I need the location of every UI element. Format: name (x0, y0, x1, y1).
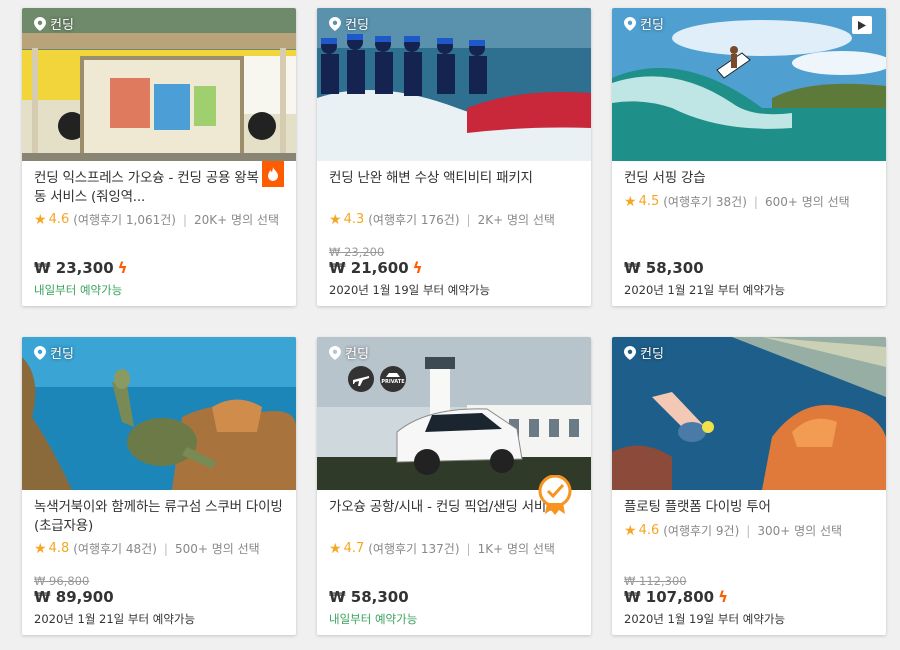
instant-confirm-icon: ϟ (718, 588, 728, 606)
location-label: 컨딩 (640, 18, 664, 33)
location-tag: 컨딩 (329, 343, 369, 362)
rating-row: ★ 4.7 (여행후기 137건) | 1K+ 명의 선택 (329, 540, 579, 557)
card-title[interactable]: 녹색거북이와 함께하는 류구섬 스쿠버 다이빙 (초급자용) (34, 498, 284, 536)
card-image: 컨딩 (22, 8, 296, 161)
chosen-count: 600+ 명의 선택 (764, 195, 850, 209)
card-image: 컨딩 (317, 8, 591, 161)
price: ₩ 21,600 ϟ (329, 259, 423, 277)
location-label: 컨딩 (345, 347, 369, 362)
star-icon: ★ (329, 211, 342, 228)
location-label: 컨딩 (50, 18, 74, 33)
review-count: (여행후기 1,061건) (73, 213, 176, 227)
availability: 2020년 1월 19일 부터 예약가능 (329, 283, 491, 297)
location-label: 컨딩 (345, 18, 369, 33)
rating-row: ★ 4.6 (여행후기 9건) | 300+ 명의 선택 (624, 522, 874, 539)
availability: 2020년 1월 21일 부터 예약가능 (34, 612, 196, 626)
card-title[interactable]: 플로팅 플랫폼 다이빙 투어 (624, 498, 874, 518)
star-icon: ★ (329, 540, 342, 557)
price: ₩ 58,300 (329, 588, 409, 606)
rating-score: 4.3 (343, 212, 365, 227)
chosen-count: 1K+ 명의 선택 (477, 542, 555, 556)
location-pin-icon (624, 345, 636, 360)
activity-card-5[interactable]: 컨딩 PRIVATE 가오슝 공항/시내 - 컨딩 픽업/샌딩 서비스 ★ 4.… (317, 337, 591, 635)
rating-score: 4.6 (638, 523, 660, 538)
location-pin-icon (329, 345, 341, 360)
activity-card-2[interactable]: 컨딩 컨딩 난완 해변 수상 액티비티 패키지 ★ 4.3 (여행후기 176건… (317, 8, 591, 306)
availability: 2020년 1월 19일 부터 예약가능 (624, 612, 786, 626)
rating-row: ★ 4.3 (여행후기 176건) | 2K+ 명의 선택 (329, 211, 579, 228)
activity-card-4[interactable]: 컨딩 녹색거북이와 함께하는 류구섬 스쿠버 다이빙 (초급자용) ★ 4.8 … (22, 337, 296, 635)
price: ₩ 58,300 (624, 259, 704, 277)
award-badge-icon (538, 475, 572, 515)
location-pin-icon (624, 16, 636, 31)
divider: | (163, 541, 168, 556)
chosen-count: 2K+ 명의 선택 (477, 213, 555, 227)
location-label: 컨딩 (50, 347, 74, 362)
price: ₩ 107,800 ϟ (624, 588, 728, 606)
chosen-count: 300+ 명의 선택 (757, 524, 843, 538)
location-pin-icon (329, 16, 341, 31)
divider: | (753, 194, 758, 209)
card-image: 컨딩 PRIVATE (317, 337, 591, 490)
chosen-count: 20K+ 명의 선택 (194, 213, 280, 227)
activity-card-1[interactable]: 컨딩 컨딩 익스프레스 가오슝 - 컨딩 공용 왕복 이동 서비스 (줘잉역..… (22, 8, 296, 306)
divider: | (466, 541, 471, 556)
rating-score: 4.7 (343, 541, 365, 556)
availability: 내일부터 예약가능 (329, 612, 418, 626)
rating-score: 4.6 (48, 212, 70, 227)
location-pin-icon (34, 16, 46, 31)
card-image: 컨딩 (22, 337, 296, 490)
location-tag: 컨딩 (624, 343, 664, 362)
hot-badge-icon (262, 161, 284, 187)
divider: | (466, 212, 471, 227)
rating-score: 4.8 (48, 541, 70, 556)
private-car-icon: PRIVATE (380, 366, 406, 392)
star-icon: ★ (34, 211, 47, 228)
instant-confirm-icon: ϟ (412, 259, 423, 277)
rating-row: ★ 4.6 (여행후기 1,061건) | 20K+ 명의 선택 (34, 211, 284, 228)
star-icon: ★ (624, 193, 637, 210)
rating-row: ★ 4.8 (여행후기 48건) | 500+ 명의 선택 (34, 540, 284, 557)
review-count: (여행후기 48건) (73, 542, 157, 556)
card-title[interactable]: 컨딩 익스프레스 가오슝 - 컨딩 공용 왕복 이동 서비스 (줘잉역... (34, 169, 284, 207)
location-tag: 컨딩 (34, 343, 74, 362)
price: ₩ 89,900 (34, 588, 114, 606)
video-play-icon[interactable] (852, 16, 872, 34)
location-pin-icon (34, 345, 46, 360)
airplane-icon (348, 366, 374, 392)
availability: 내일부터 예약가능 (34, 283, 123, 297)
activity-card-6[interactable]: 컨딩 플로팅 플랫폼 다이빙 투어 ★ 4.6 (여행후기 9건) | 300+… (612, 337, 886, 635)
location-label: 컨딩 (640, 347, 664, 362)
private-label: PRIVATE (381, 379, 405, 385)
availability: 2020년 1월 21일 부터 예약가능 (624, 283, 786, 297)
card-title[interactable]: 컨딩 서핑 강습 (624, 169, 874, 189)
card-title[interactable]: 컨딩 난완 해변 수상 액티비티 패키지 (329, 169, 579, 207)
divider: | (182, 212, 188, 227)
card-image: 컨딩 (612, 337, 886, 490)
location-tag: 컨딩 (624, 14, 664, 33)
star-icon: ★ (624, 522, 637, 539)
location-tag: 컨딩 (34, 14, 74, 33)
original-price: ₩ 23,200 (329, 245, 385, 259)
chosen-count: 500+ 명의 선택 (174, 542, 260, 556)
price: ₩ 23,300 ϟ (34, 259, 128, 277)
instant-confirm-icon: ϟ (117, 259, 128, 277)
activity-card-3[interactable]: 컨딩 컨딩 서핑 강습 ★ 4.5 (여행후기 38건) | 600+ 명의 선… (612, 8, 886, 306)
review-count: (여행후기 176건) (368, 213, 460, 227)
star-icon: ★ (34, 540, 47, 557)
rating-score: 4.5 (638, 194, 660, 209)
review-count: (여행후기 9건) (663, 524, 740, 538)
original-price: ₩ 96,800 (34, 574, 90, 588)
review-count: (여행후기 137건) (368, 542, 460, 556)
rating-row: ★ 4.5 (여행후기 38건) | 600+ 명의 선택 (624, 193, 874, 210)
original-price: ₩ 112,300 (624, 574, 687, 588)
divider: | (746, 523, 751, 538)
card-image: 컨딩 (612, 8, 886, 161)
review-count: (여행후기 38건) (663, 195, 747, 209)
location-tag: 컨딩 (329, 14, 369, 33)
